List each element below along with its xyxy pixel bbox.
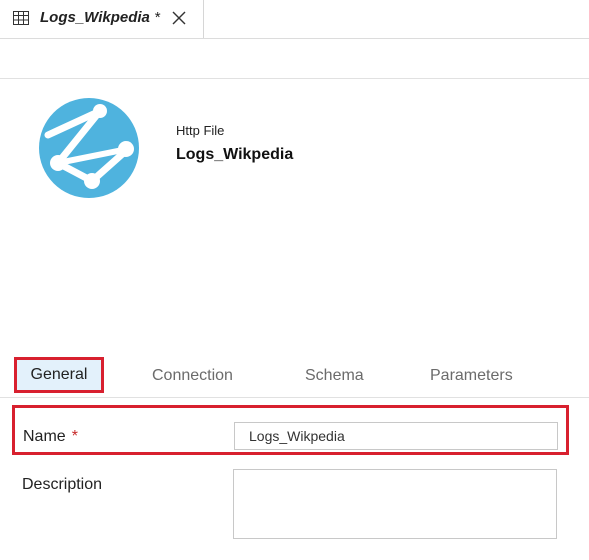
resource-type-label: Http File bbox=[176, 123, 225, 138]
name-input[interactable] bbox=[234, 422, 558, 450]
required-marker: * bbox=[71, 428, 78, 445]
tab-schema[interactable]: Schema bbox=[305, 367, 364, 385]
tab-connection[interactable]: Connection bbox=[152, 367, 233, 385]
http-globe-icon bbox=[39, 98, 139, 198]
name-field-row: Name * bbox=[12, 405, 569, 455]
toolbar-divider bbox=[0, 78, 589, 79]
dataset-editor: Logs_Wikpedia * Http File Logs_Wikpedia … bbox=[0, 0, 589, 560]
tab-title: Logs_Wikpedia * bbox=[40, 9, 160, 26]
name-label-text: Name bbox=[23, 428, 66, 445]
name-label: Name * bbox=[23, 428, 78, 446]
property-tabs: General Connection Schema Parameters bbox=[0, 355, 589, 398]
description-label: Description bbox=[22, 476, 103, 493]
tab-general[interactable]: General bbox=[14, 357, 104, 393]
tab-parameters[interactable]: Parameters bbox=[430, 367, 513, 385]
file-tab-logs-wikpedia[interactable]: Logs_Wikpedia * bbox=[0, 0, 204, 38]
close-icon[interactable] bbox=[172, 11, 186, 25]
tab-general-label: General bbox=[30, 366, 88, 383]
tab-title-text: Logs_Wikpedia bbox=[40, 9, 150, 26]
editor-tab-bar: Logs_Wikpedia * bbox=[0, 0, 589, 39]
description-input[interactable] bbox=[233, 469, 557, 539]
table-icon bbox=[13, 11, 29, 25]
resource-name: Logs_Wikpedia bbox=[176, 146, 294, 163]
unsaved-marker: * bbox=[154, 9, 160, 26]
